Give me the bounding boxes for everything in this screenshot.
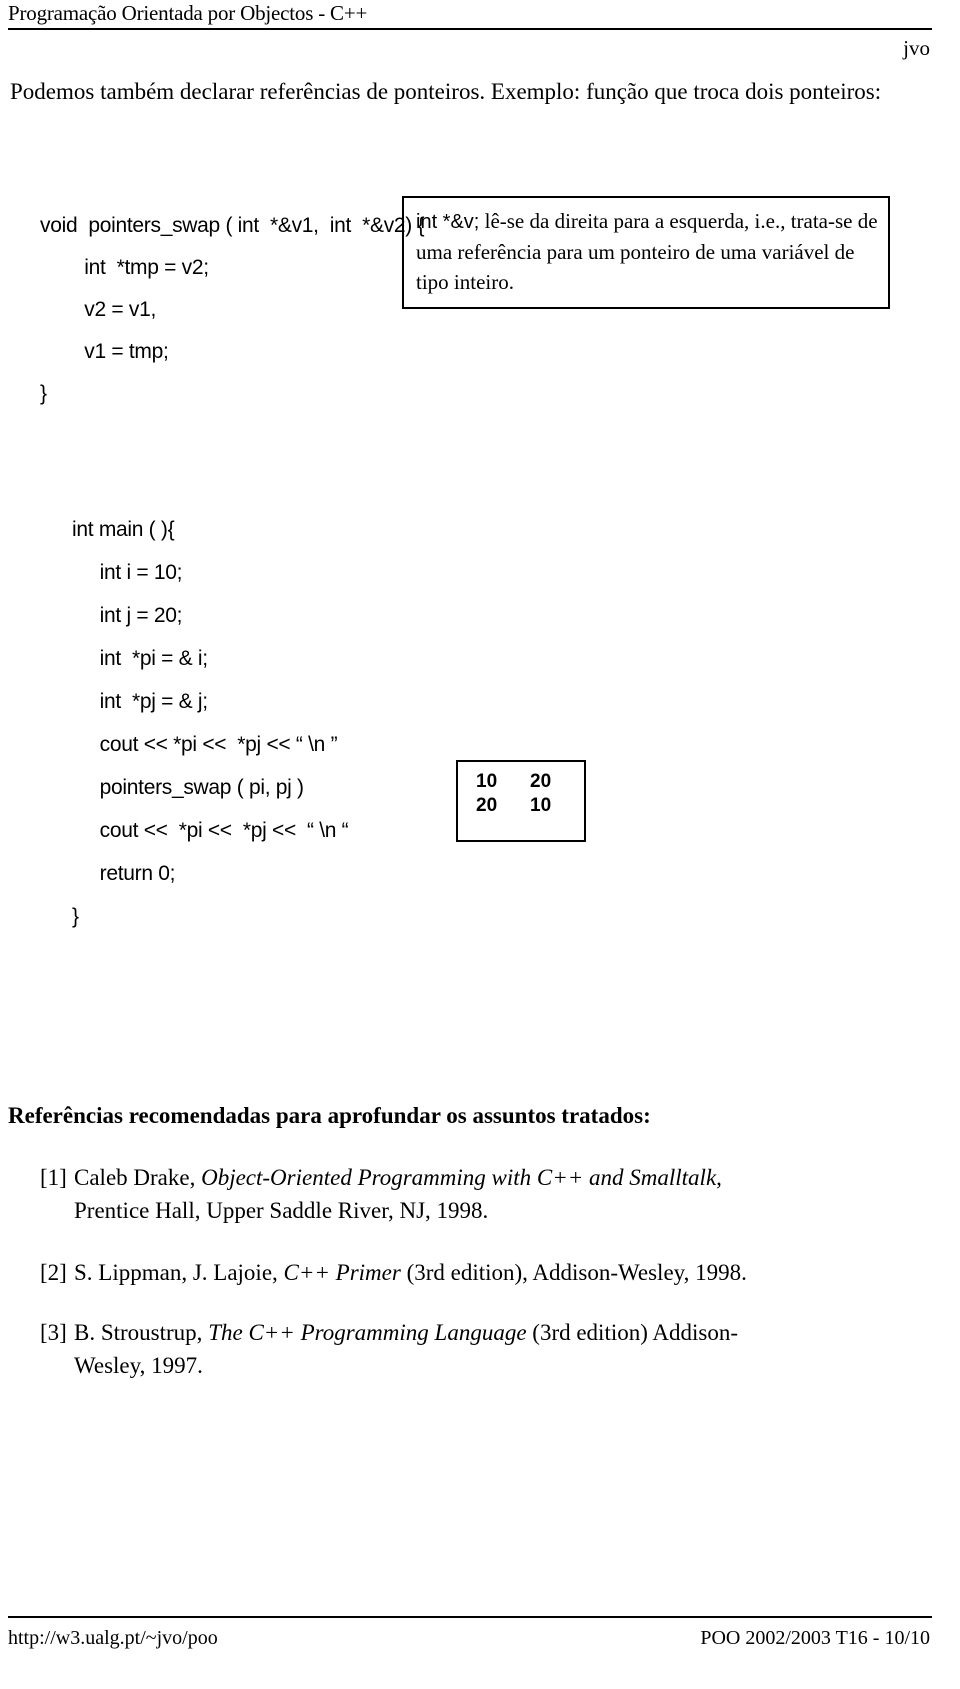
code-block-main: int main ( ){ int i = 10; int j = 20; in… — [72, 508, 492, 938]
code-line: } — [40, 382, 47, 405]
header-title: Programação Orientada por Objectos - C++ — [8, 1, 368, 25]
reference-item: [3] B. Stroustrup, The C++ Programming La… — [40, 1316, 928, 1382]
output-row: 20 10 — [458, 794, 584, 818]
reference-label: [2] — [40, 1260, 67, 1285]
code-line: int *pi = & i; — [72, 647, 208, 670]
code-line: v1 = tmp; — [40, 340, 169, 363]
code-line: void pointers_swap ( int *&v1, int *&v2)… — [40, 214, 425, 237]
output-value: 10 — [476, 771, 498, 792]
reference-title: C++ Primer — [283, 1260, 401, 1285]
reference-title: Object-Oriented Programming with C++ and… — [201, 1165, 717, 1190]
code-line: v2 = v1, — [40, 298, 157, 321]
output-value: 10 — [530, 795, 552, 816]
output-value: 20 — [476, 795, 498, 816]
intro-paragraph: Podemos também declarar referências de p… — [10, 79, 882, 104]
code-line: } — [72, 905, 79, 928]
reference-punct: , — [716, 1165, 722, 1190]
reference-label: [1] — [40, 1165, 67, 1190]
note-callout-box: int *&v; lê-se da direita para a esquerd… — [402, 196, 890, 309]
code-line: int i = 10; — [72, 561, 183, 584]
code-line: int *tmp = v2; — [40, 256, 209, 279]
note-code-snippet: int *&v; — [416, 211, 480, 233]
footer-url[interactable]: http://w3.ualg.pt/~jvo/poo — [8, 1623, 218, 1653]
reference-authors: S. Lippman, J. Lajoie, — [74, 1260, 284, 1285]
reference-authors: Caleb Drake, — [74, 1165, 202, 1190]
code-line: cout << *pi << *pj << “ \n “ — [72, 819, 349, 842]
header-author-mark: jvo — [903, 36, 930, 60]
reference-label: [3] — [40, 1320, 67, 1345]
reference-item: [2] S. Lippman, J. Lajoie, C++ Primer (3r… — [40, 1256, 928, 1289]
reference-authors: B. Stroustrup, — [74, 1320, 209, 1345]
reference-publisher: Wesley, 1997. — [74, 1353, 203, 1378]
reference-publisher: Prentice Hall, Upper Saddle River, NJ, 1… — [74, 1198, 489, 1223]
output-row: 10 20 — [458, 770, 584, 794]
code-line: cout << *pi << *pj << “ \n ” — [72, 733, 338, 756]
code-line: int j = 20; — [72, 604, 183, 627]
code-line: pointers_swap ( pi, pj ) — [72, 776, 304, 799]
reference-edition: (3rd edition) Addison- — [526, 1320, 738, 1345]
reference-publisher: (3rd edition), Addison-Wesley, 1998. — [400, 1260, 747, 1285]
code-line: int *pj = & j; — [72, 690, 208, 713]
document-page: Programação Orientada por Objectos - C++… — [0, 0, 960, 1689]
program-output-box: 10 20 20 10 — [456, 760, 586, 842]
references-heading: Referências recomendadas para aprofundar… — [8, 1103, 651, 1128]
reference-item: [1] Caleb Drake, Object-Oriented Programm… — [40, 1161, 928, 1227]
reference-title: The C++ Programming Language — [208, 1320, 527, 1345]
output-value: 20 — [530, 771, 552, 792]
code-block-pointers-swap: void pointers_swap ( int *&v1, int *&v2)… — [40, 205, 460, 415]
note-text: lê-se da direita para a esquerda, i.e., … — [416, 209, 878, 294]
code-line: int main ( ){ — [72, 518, 175, 541]
page-footer: http://w3.ualg.pt/~jvo/poo POO 2002/2003… — [8, 1616, 932, 1653]
footer-page-info: POO 2002/2003 T16 - 10/10 — [700, 1627, 930, 1649]
code-line: return 0; — [72, 862, 176, 885]
page-header: Programação Orientada por Objectos - C++… — [8, 0, 932, 62]
